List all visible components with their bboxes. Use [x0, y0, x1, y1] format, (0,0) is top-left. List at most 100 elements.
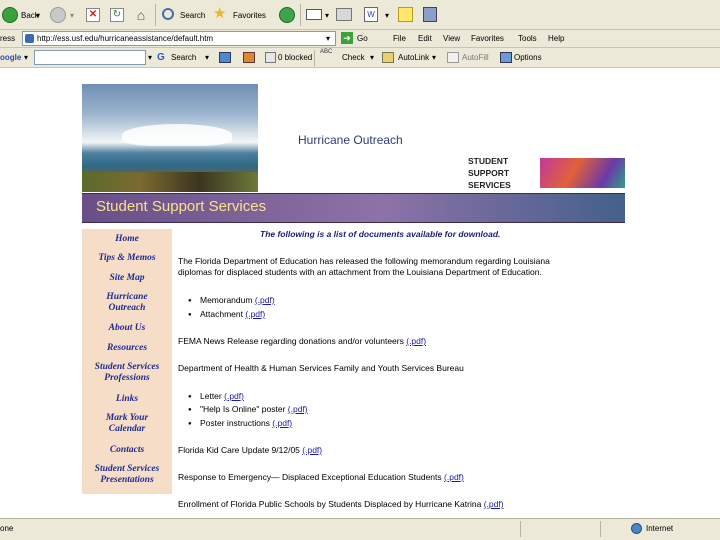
- hurricane-wave-photo: [82, 84, 258, 192]
- favorites-star-icon[interactable]: ★: [213, 6, 229, 22]
- memorandum-item: Memorandum (.pdf): [188, 295, 275, 307]
- attachment-pdf-link[interactable]: (.pdf): [245, 309, 265, 319]
- nav-resources[interactable]: Resources: [82, 343, 172, 354]
- search-button-label[interactable]: Search: [180, 11, 205, 20]
- search-dropdown-icon[interactable]: ▾: [205, 53, 209, 62]
- address-dropdown-icon[interactable]: ▾: [326, 34, 330, 43]
- autolink-icon[interactable]: [382, 52, 394, 63]
- address-input[interactable]: http://ess.usf.edu/hurricaneassistance/d…: [22, 31, 336, 46]
- fema-item: FEMA News Release regarding donations an…: [178, 336, 426, 347]
- response-item: Response to Emergency— Displaced Excepti…: [178, 472, 464, 483]
- forward-icon[interactable]: [50, 7, 66, 23]
- edit-dropdown-icon[interactable]: ▾: [385, 11, 389, 20]
- menu-tools[interactable]: Tools: [518, 34, 537, 43]
- nav-tips-memos[interactable]: Tips & Memos: [82, 253, 172, 264]
- nav-hurricane-outreach-line-1: Hurricane: [106, 292, 148, 302]
- home-icon[interactable]: ⌂: [133, 7, 149, 23]
- google-toolbar: oogle ▾ ▾ G Search ▾ 0 blocked ABC Check…: [0, 48, 720, 68]
- toolbar-separator: [314, 50, 315, 66]
- popup-blocked-label[interactable]: 0 blocked: [278, 53, 312, 62]
- mail-icon[interactable]: [306, 9, 322, 20]
- menu-help[interactable]: Help: [548, 34, 564, 43]
- para-line-2: diplomas for displaced students with an …: [178, 267, 542, 277]
- discuss-note-icon[interactable]: [398, 7, 413, 22]
- nav-tips-memos-label: Tips & Memos: [98, 253, 156, 263]
- logo-line-2: SUPPORT: [468, 168, 510, 178]
- print-icon[interactable]: [336, 8, 352, 21]
- google-brand-dropdown-icon[interactable]: ▾: [24, 53, 28, 62]
- letter-pdf-link[interactable]: (.pdf): [224, 391, 244, 401]
- nav-home[interactable]: Home: [82, 234, 172, 245]
- poster-instructions-pdf-link[interactable]: (.pdf): [272, 418, 292, 428]
- check-dropdown-icon[interactable]: ▾: [370, 53, 374, 62]
- forward-dropdown-icon[interactable]: ▾: [70, 11, 74, 20]
- research-icon[interactable]: [423, 7, 437, 22]
- autofill-icon[interactable]: [447, 52, 459, 63]
- mail-dropdown-icon[interactable]: ▾: [325, 11, 329, 20]
- nav-mark-your-calendar[interactable]: Mark Your Calendar: [82, 413, 172, 435]
- nav-calendar-line-1: Mark Your: [105, 413, 149, 423]
- nav-professions-line-2: Professions: [104, 373, 150, 383]
- news-icon[interactable]: [243, 52, 255, 63]
- options-icon[interactable]: [500, 52, 512, 63]
- nav-professions-line-1: Student Services: [94, 362, 160, 372]
- edit-word-icon[interactable]: W: [364, 7, 378, 22]
- autofill-button-label[interactable]: AutoFill: [462, 53, 489, 62]
- nav-student-services-presentations[interactable]: Student Services Presentations: [82, 464, 172, 486]
- memorandum-label: Memorandum: [200, 295, 253, 305]
- menu-file[interactable]: File: [393, 34, 406, 43]
- kidcare-pdf-link[interactable]: (.pdf): [302, 445, 322, 455]
- browser-toolbar: Back ▾ ▾ ✕ ↻ ⌂ Search ★ Favorites ▾ W ▾: [0, 0, 720, 30]
- popup-blocker-icon[interactable]: [265, 52, 276, 63]
- response-pdf-link[interactable]: (.pdf): [444, 472, 464, 482]
- favorites-button-label[interactable]: Favorites: [233, 11, 266, 20]
- nav-student-services-professions[interactable]: Student Services Professions: [82, 362, 172, 384]
- menu-edit[interactable]: Edit: [418, 34, 432, 43]
- logo-hands-graphic: [540, 158, 625, 188]
- address-bar: ress http://ess.usf.edu/hurricaneassista…: [0, 30, 720, 48]
- nav-contacts[interactable]: Contacts: [82, 445, 172, 456]
- student-support-services-banner: Student Support Services: [82, 193, 625, 223]
- enrollment-label: Enrollment of Florida Public Schools by …: [178, 499, 482, 509]
- spellcheck-icon[interactable]: ABC: [320, 49, 332, 55]
- google-brand: oogle: [0, 53, 22, 62]
- nav-about-us-label: About Us: [108, 323, 146, 333]
- hurricane-outreach-title: Hurricane Outreach: [298, 133, 403, 147]
- autolink-dropdown-icon[interactable]: ▾: [432, 53, 436, 62]
- internet-zone-label: Internet: [646, 524, 674, 533]
- enrollment-pdf-link[interactable]: (.pdf): [484, 499, 504, 509]
- page-rank-icon[interactable]: [219, 52, 231, 63]
- refresh-icon[interactable]: ↻: [110, 8, 124, 22]
- nav-links[interactable]: Links: [82, 394, 172, 405]
- spellcheck-button-label[interactable]: Check: [342, 53, 365, 62]
- memorandum-pdf-link[interactable]: (.pdf): [255, 295, 275, 305]
- menu-view[interactable]: View: [443, 34, 460, 43]
- intro-heading: The following is a list of documents ava…: [260, 229, 501, 239]
- go-button-label[interactable]: Go: [357, 34, 368, 43]
- google-search-button-label[interactable]: Search: [171, 53, 196, 62]
- autolink-button-label[interactable]: AutoLink: [398, 53, 429, 62]
- banner-title: Student Support Services: [96, 198, 267, 215]
- kidcare-label: Florida Kid Care Update 9/12/05: [178, 445, 300, 455]
- nav-about-us[interactable]: About Us: [82, 323, 172, 334]
- fema-pdf-link[interactable]: (.pdf): [406, 336, 426, 346]
- letter-item: Letter (.pdf): [188, 391, 244, 403]
- poster-pdf-link[interactable]: (.pdf): [288, 404, 308, 414]
- google-g-icon[interactable]: G: [157, 51, 168, 64]
- history-icon[interactable]: [279, 7, 295, 23]
- letter-label: Letter: [200, 391, 222, 401]
- back-icon[interactable]: [2, 7, 18, 23]
- stop-icon[interactable]: ✕: [86, 8, 100, 22]
- poster-instructions-label: Poster instructions: [200, 418, 270, 428]
- nav-site-map[interactable]: Site Map: [82, 273, 172, 284]
- back-dropdown-icon[interactable]: ▾: [36, 11, 40, 20]
- address-label: ress: [0, 34, 16, 43]
- search-icon[interactable]: [162, 8, 174, 20]
- google-search-dropdown-icon[interactable]: ▾: [148, 53, 152, 62]
- google-search-input[interactable]: [34, 50, 146, 65]
- para-line-1: The Florida Department of Education has …: [178, 256, 550, 266]
- options-button-label[interactable]: Options: [514, 53, 542, 62]
- menu-favorites[interactable]: Favorites: [471, 34, 504, 43]
- nav-hurricane-outreach[interactable]: Hurricane Outreach: [82, 292, 172, 314]
- go-arrow-icon[interactable]: ➔: [341, 32, 353, 44]
